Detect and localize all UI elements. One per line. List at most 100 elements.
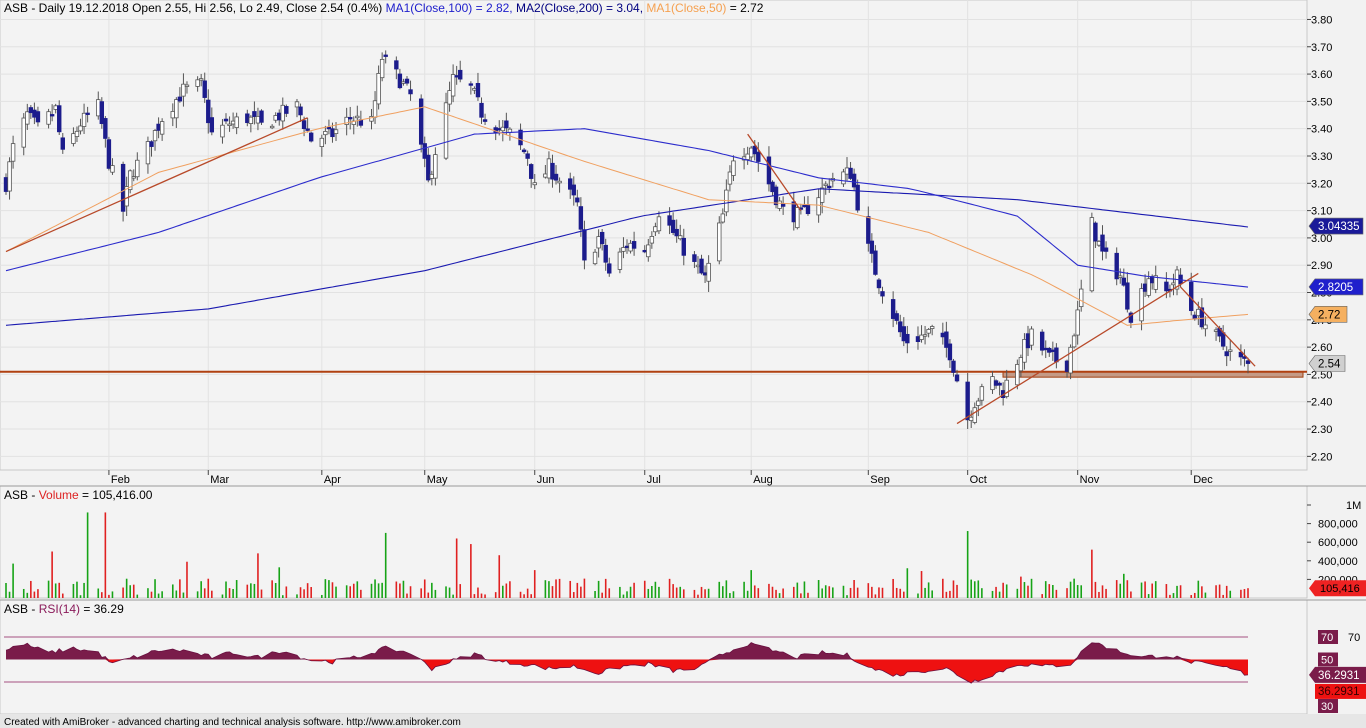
month-label: Aug [753, 474, 773, 486]
price-tick-label: 2.40 [1311, 397, 1332, 409]
candle-body [940, 332, 946, 338]
price-tick-label: 3.30 [1311, 151, 1332, 163]
candle-body [1096, 240, 1102, 246]
price-tick-label: 3.60 [1311, 69, 1332, 81]
candle-body [819, 187, 825, 203]
volume-panel [0, 485, 1308, 599]
candle-body [170, 111, 175, 119]
candle-body [120, 163, 126, 212]
candle-body [443, 102, 449, 159]
price-marker-label: 3.04335 [1318, 221, 1360, 233]
candle-body [3, 177, 9, 192]
rsi-level-box-label: 30 [1321, 701, 1333, 713]
candle-body [10, 143, 16, 162]
candle-body [131, 176, 136, 179]
candle-body [543, 173, 548, 178]
candle-body [372, 100, 378, 118]
rsi-level-box: 50 [1318, 652, 1338, 667]
candle-body [355, 115, 360, 119]
candle-body [770, 181, 775, 193]
candle-body [53, 105, 58, 110]
candle-body [280, 104, 285, 122]
candle-body [855, 184, 860, 211]
candle-body [1018, 357, 1024, 372]
candle-body [376, 73, 381, 105]
price-marker: 2.54 [1308, 355, 1346, 372]
candle-body [319, 137, 325, 148]
candle-body [848, 167, 853, 179]
candle-body [401, 81, 406, 84]
candle-body [745, 153, 750, 160]
candle-body [202, 80, 207, 98]
candle-body [766, 156, 772, 185]
month-label: Sep [870, 474, 890, 486]
candle-body [230, 120, 236, 125]
candle-body [206, 99, 211, 124]
candle-body [568, 178, 573, 190]
candle-body [851, 173, 857, 188]
candle-body [326, 126, 332, 130]
candle-body [876, 279, 882, 289]
month-label: Nov [1080, 474, 1100, 486]
candle-body [631, 241, 637, 249]
candle-body [915, 336, 921, 342]
candle-body [71, 133, 76, 144]
candle-body [752, 145, 757, 155]
rsi-level-box: 70 [1318, 630, 1338, 644]
candle-body [791, 201, 796, 223]
candle-body [646, 244, 651, 258]
candle-body [21, 117, 26, 148]
candle-body [454, 75, 459, 78]
candle-body [731, 160, 736, 176]
candle-body [990, 376, 995, 391]
candle-body [749, 147, 754, 158]
candle-body [1064, 360, 1070, 372]
candle-body [919, 334, 924, 340]
month-label: Mar [210, 474, 229, 486]
candle-body [1022, 339, 1027, 363]
candle-body [944, 331, 949, 348]
candle-body [379, 59, 385, 79]
candle-body [252, 111, 257, 117]
candle-body [198, 78, 204, 81]
candle-body [74, 130, 80, 137]
rsi-title-part-2: = 36.29 [80, 602, 124, 616]
candle-body [223, 118, 229, 122]
candle-body [103, 118, 108, 139]
candle-body [1071, 335, 1077, 348]
volume-marker-label: 105,416 [1320, 583, 1360, 595]
candle-body [429, 173, 435, 179]
candle-body [628, 242, 633, 252]
candle-body [1079, 288, 1084, 308]
candle-body [649, 236, 655, 244]
candle-body [780, 203, 786, 207]
candle-body [926, 329, 931, 334]
candle-body [521, 149, 527, 153]
rsi-marker-label: 36.2931 [1318, 670, 1360, 682]
candle-body [330, 128, 335, 138]
candle-body [284, 106, 289, 114]
candle-body [898, 321, 903, 333]
candle-body [49, 114, 55, 117]
candle-body [255, 115, 261, 124]
candle-body [96, 99, 101, 117]
candle-body [333, 129, 339, 135]
candle-body [979, 386, 985, 401]
price-tick-label: 2.60 [1311, 342, 1332, 354]
candle-body [997, 382, 1002, 386]
candle-body [394, 60, 399, 70]
candle-body [99, 101, 105, 125]
candle-body [965, 381, 970, 421]
candle-body [447, 90, 452, 105]
month-label: Jul [647, 474, 661, 486]
candle-body [557, 180, 562, 184]
candle-body [823, 183, 828, 186]
candle-body [575, 197, 580, 203]
candle-body [418, 98, 424, 145]
candle-body [880, 291, 885, 297]
price-marker: 3.04335 [1308, 217, 1364, 235]
month-label: Oct [970, 474, 987, 486]
candle-body [181, 83, 186, 97]
candle-body [525, 153, 530, 159]
candle-body [667, 215, 672, 226]
